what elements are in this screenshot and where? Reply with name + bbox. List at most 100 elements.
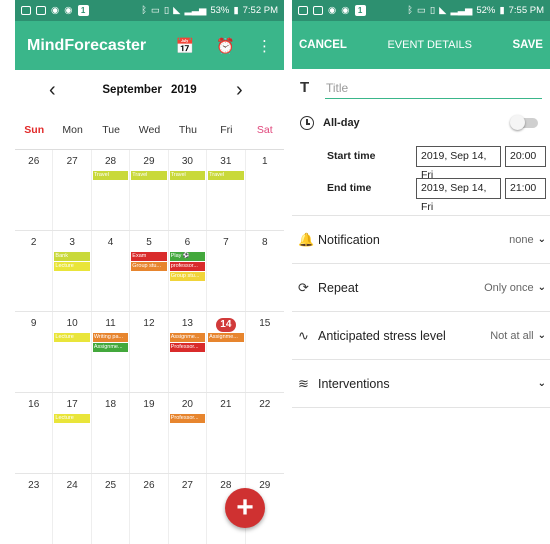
interventions-row[interactable]: ≋ Interventions ⌄ [292,360,550,408]
event-chip[interactable]: Travel [131,171,167,180]
event-chip[interactable]: Assignme... [169,333,206,342]
title-input[interactable]: Title [325,77,542,99]
event-chip[interactable]: professor... [169,262,206,271]
start-hour-field[interactable]: 20:00 [505,145,546,167]
save-button[interactable]: SAVE [513,39,543,51]
day-cell[interactable]: 27 [169,474,208,544]
cancel-button[interactable]: CANCEL [299,39,347,51]
week-row: 26 27 28 Travel 29 Travel 30 Travel 31 Travel 1 [15,150,284,231]
battery-percent: 52% [476,5,496,16]
event-chip[interactable]: Group stu... [169,272,206,281]
chevron-down-icon[interactable]: ⌄ [538,234,546,245]
target-notification-icon: ◉ [51,5,60,16]
vibrate-icon: ▯ [163,5,170,16]
stress-row[interactable]: ∿ Anticipated stress level Not at all ⌄ [292,312,550,360]
month-navigation: ‹ September 2019 › [15,70,284,110]
day-number: 11 [105,318,116,329]
event-chip[interactable]: Exam [131,252,167,261]
today-number: 14 [215,318,236,332]
event-chip[interactable]: Professor... [169,343,206,352]
event-chip[interactable]: Lecture [54,333,90,342]
more-menu-icon[interactable]: ⋮ [257,37,272,55]
chevron-down-icon[interactable]: ⌄ [538,378,546,389]
event-chip[interactable]: Bank [54,252,90,261]
day-number: 1 [261,156,268,167]
day-cell[interactable]: 14 Assignme... [207,312,246,392]
clock-icon [300,116,314,130]
day-cell[interactable]: 23 [15,474,54,544]
event-chip[interactable]: Writing pa... [92,333,129,342]
day-number: 8 [261,237,268,248]
notification-row[interactable]: 🔔 Notification none ⌄ [292,216,550,264]
repeat-row[interactable]: ⟳ Repeat Only once ⌄ [292,264,550,312]
day-cell[interactable]: 3 Bank Lecture [53,231,92,311]
repeat-label: Repeat [318,280,359,295]
event-chip[interactable]: Play ⚽ [169,252,206,261]
next-month-icon[interactable]: › [236,79,250,102]
event-details-screen: ◉ ◉ 1 ᛒ ▭ ▯ ◣ ▂▃▅ 52% ▮ 7:55 PM CANCEL E… [292,0,550,544]
day-cell[interactable]: 1 [246,150,284,230]
day-cell[interactable]: 7 [207,231,246,311]
day-cell[interactable]: 24 [53,474,92,544]
repeat-value: Only once [484,281,534,294]
day-cell[interactable]: 25 [92,474,131,544]
day-cell[interactable]: 12 [130,312,169,392]
day-cell[interactable]: 26 [15,150,54,230]
event-chip[interactable]: Lecture [54,262,90,271]
event-chip[interactable]: Travel [208,171,244,180]
end-time-row: End time 2019, Sep 14, Fri 21:00 [292,172,550,213]
end-hour-field[interactable]: 21:00 [505,177,546,199]
text-format-icon: T [300,79,310,96]
day-cell[interactable]: 31 Travel [207,150,246,230]
day-cell[interactable]: 6 Play ⚽ professor... Group stu... [169,231,208,311]
event-chip[interactable]: Group stu... [131,262,167,271]
calendar-icon[interactable]: 📅 [176,37,195,55]
day-cell[interactable]: 28 Travel [92,150,131,230]
day-cell[interactable]: 8 [246,231,284,311]
chevron-down-icon[interactable]: ⌄ [538,330,546,341]
day-cell[interactable]: 18 [92,393,131,473]
event-chip[interactable]: Professor... [169,414,206,423]
start-date-field[interactable]: 2019, Sep 14, Fri [416,145,501,181]
day-cell[interactable]: 21 [207,393,246,473]
day-cell[interactable]: 27 [53,150,92,230]
start-time-row: Start time 2019, Sep 14, Fri 20:00 [292,140,550,181]
day-cell[interactable]: 2 [15,231,54,311]
event-chip[interactable]: Assignme... [208,333,244,342]
vibrate-icon: ▯ [429,5,436,16]
day-cell[interactable]: 13 Assignme... Professor... [169,312,208,392]
day-cell[interactable]: 11 Writing pa... Assignme... [92,312,131,392]
day-number: 18 [105,399,117,410]
end-date-field[interactable]: 2019, Sep 14, Fri [416,177,501,213]
day-cell[interactable]: 9 [15,312,54,392]
day-cell[interactable]: 20 Professor... [169,393,208,473]
day-cell[interactable]: 30 Travel [169,150,208,230]
day-cell[interactable]: 16 [15,393,54,473]
add-event-button[interactable]: + [225,488,265,528]
day-number: 24 [66,480,78,491]
weekday-mon: Mon [62,123,83,136]
event-chip[interactable]: Assignme... [92,343,129,352]
day-cell[interactable]: 17 Lecture [53,393,92,473]
event-chip[interactable]: Lecture [54,414,90,423]
day-cell[interactable]: 22 [246,393,284,473]
wifi-icon: ◣ [173,5,181,16]
day-cell[interactable]: 5 Exam Group stu... [130,231,169,311]
day-cell[interactable]: 10 Lecture [53,312,92,392]
day-cell[interactable]: 26 [130,474,169,544]
event-chip[interactable]: Travel [92,171,129,180]
wifi-icon: ◣ [439,5,447,16]
end-time-label: End time [327,182,372,194]
prev-month-icon[interactable]: ‹ [49,79,63,102]
image-notification-icon [36,6,46,15]
event-chip[interactable]: Travel [169,171,206,180]
day-cell[interactable]: 29 Travel [130,150,169,230]
day-cell[interactable]: 15 [246,312,284,392]
alarm-icon[interactable]: ⏰ [216,37,235,55]
day-cell[interactable]: 4 [92,231,131,311]
all-day-toggle[interactable] [510,115,538,130]
day-number: 23 [28,480,40,491]
day-cell[interactable]: 19 [130,393,169,473]
day-number: 22 [259,399,271,410]
chevron-down-icon[interactable]: ⌄ [538,282,546,293]
